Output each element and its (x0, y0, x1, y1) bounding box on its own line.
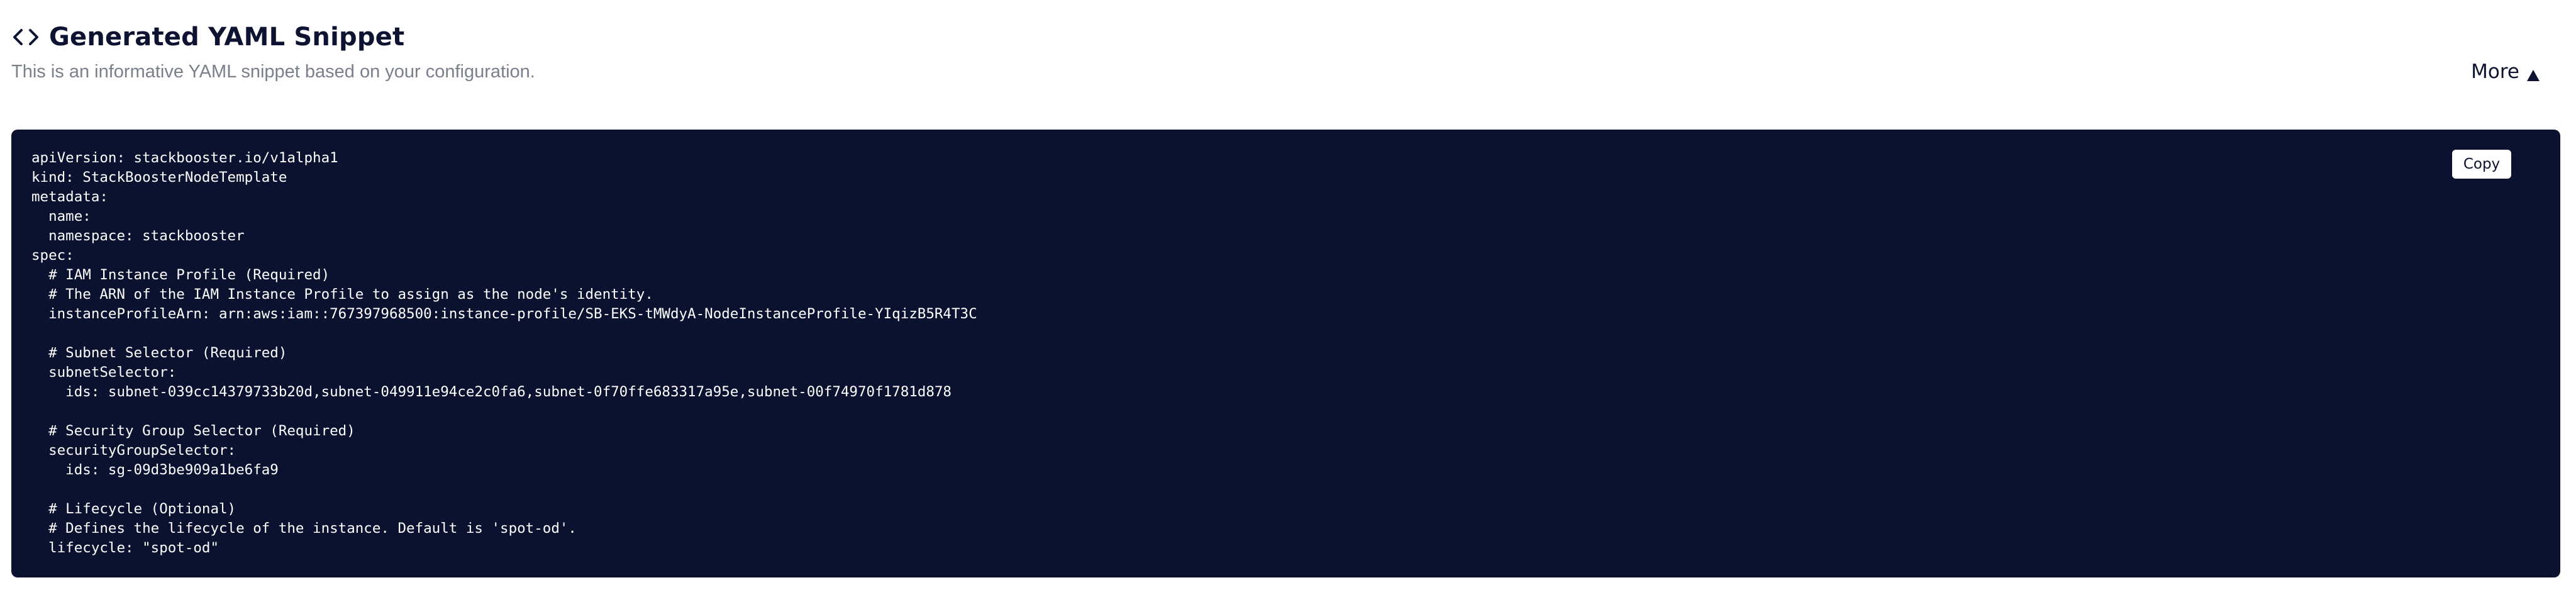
section-header: Generated YAML Snippet This is an inform… (11, 19, 2565, 82)
more-toggle-button[interactable]: More (2471, 60, 2541, 83)
code-icon (11, 23, 40, 52)
yaml-code-panel: apiVersion: stackbooster.io/v1alpha1 kin… (11, 130, 2560, 577)
page-subtitle: This is an informative YAML snippet base… (11, 62, 535, 82)
yaml-code-block: apiVersion: stackbooster.io/v1alpha1 kin… (31, 150, 977, 556)
title-row: Generated YAML Snippet (11, 19, 2565, 55)
copy-button[interactable]: Copy (2452, 150, 2511, 179)
caret-up-icon (2526, 65, 2541, 81)
more-toggle-label: More (2471, 60, 2519, 83)
page-title: Generated YAML Snippet (49, 23, 405, 52)
